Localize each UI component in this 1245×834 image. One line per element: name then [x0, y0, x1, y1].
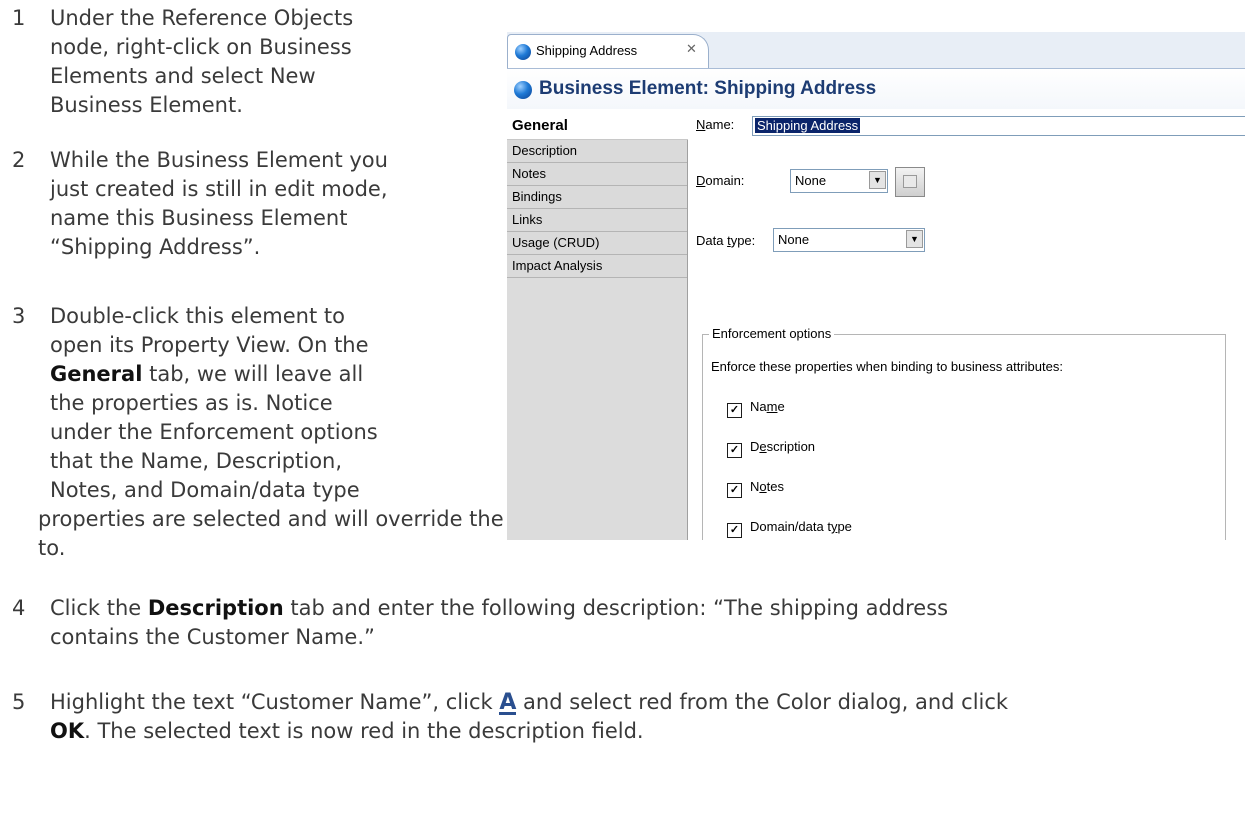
step-number: 2 [12, 148, 26, 172]
chevron-down-icon: ▼ [906, 230, 923, 248]
checkbox-name[interactable]: ✓ Name [727, 399, 785, 418]
step-2-line: While the Business Element you [50, 148, 388, 172]
step-1-line: Business Element. [50, 93, 243, 117]
editor-tab-label: Shipping Address [536, 43, 638, 58]
property-tabs: General Description Notes Bindings Links… [507, 109, 689, 540]
description-tab-ref: Description [147, 596, 284, 620]
tab-general[interactable]: General [507, 109, 689, 140]
checkbox-checked-icon: ✓ [727, 403, 742, 418]
domain-label: Domain: [696, 173, 745, 188]
step-number: 4 [12, 596, 26, 620]
editor-tab-strip: Shipping Address ✕ [507, 32, 1245, 69]
domain-value: None [795, 173, 827, 188]
general-tab-content: Name: Shipping Address Domain: None ▼ Da… [688, 109, 1245, 540]
tab-bindings[interactable]: Bindings [507, 186, 687, 209]
editor-tab[interactable]: Shipping Address ✕ [507, 34, 709, 68]
chevron-down-icon: ▼ [869, 171, 886, 189]
properties-icon [903, 175, 917, 188]
step-1-line: Under the Reference Objects [50, 6, 354, 30]
step-3-line: General tab, we will leave all [50, 362, 364, 386]
checkbox-description[interactable]: ✓ Description [727, 439, 815, 458]
step-2-line: name this Business Element [50, 206, 348, 230]
step-4-line: contains the Customer Name.” [50, 625, 375, 649]
step-number: 5 [12, 690, 26, 714]
tab-notes[interactable]: Notes [507, 163, 687, 186]
enforcement-options-group: Enforcement options Enforce these proper… [702, 326, 1226, 540]
name-label: Name: [696, 117, 735, 132]
step-3-line: the properties as is. Notice [50, 391, 333, 415]
step-number: 1 [12, 6, 26, 30]
step-4-line: Click the Description tab and enter the … [50, 596, 949, 620]
enforcement-text: Enforce these properties when binding to… [711, 359, 1063, 374]
step-2-line: just created is still in edit mode, [50, 177, 388, 201]
step-5-line: Highlight the text “Customer Name”, clic… [50, 690, 1009, 715]
general-tab-ref: General [50, 362, 143, 386]
step-1-line: node, right-click on Business [50, 35, 352, 59]
step-number: 3 [12, 304, 26, 328]
step-3-line: Notes, and Domain/data type [50, 478, 360, 502]
name-value: Shipping Address [755, 118, 861, 133]
close-icon[interactable]: ✕ [686, 41, 697, 57]
step-3-line: open its Property View. On the [50, 333, 369, 357]
editor-header: Business Element: Shipping Address [507, 69, 1245, 110]
name-field[interactable]: Shipping Address [752, 116, 1245, 136]
tab-impact-analysis[interactable]: Impact Analysis [507, 255, 687, 278]
step-2-line: “Shipping Address”. [50, 235, 261, 259]
step-1-line: Elements and select New [50, 64, 316, 88]
checkbox-notes[interactable]: ✓ Notes [727, 479, 784, 498]
checkbox-checked-icon: ✓ [727, 443, 742, 458]
domain-select[interactable]: None ▼ [790, 169, 888, 193]
step-3-continuation: to. [38, 536, 66, 560]
tab-usage-crud[interactable]: Usage (CRUD) [507, 232, 687, 255]
business-element-icon [514, 81, 532, 99]
checkbox-checked-icon: ✓ [727, 483, 742, 498]
checkbox-checked-icon: ✓ [727, 523, 742, 538]
step-3-line: Double-click this element to [50, 304, 345, 328]
ok-button-ref: OK [50, 719, 85, 743]
step-3-line: that the Name, Description, [50, 449, 343, 473]
step-5-line: OK. The selected text is now red in the … [50, 719, 644, 743]
tab-description[interactable]: Description [507, 140, 687, 163]
domain-properties-button[interactable] [895, 167, 925, 197]
checkbox-domain-data-type[interactable]: ✓ Domain/data type [727, 519, 852, 538]
step-3-line: under the Enforcement options [50, 420, 378, 444]
editor-title: Business Element: Shipping Address [539, 78, 877, 99]
tab-links[interactable]: Links [507, 209, 687, 232]
business-element-icon [515, 44, 531, 60]
datatype-value: None [778, 232, 810, 247]
enforcement-legend: Enforcement options [709, 326, 835, 341]
datatype-label: Data type: [696, 233, 756, 248]
property-view-screenshot: Shipping Address ✕ Business Element: Shi… [507, 32, 1245, 540]
datatype-select[interactable]: None ▼ [773, 228, 925, 252]
font-color-icon: A [499, 690, 517, 715]
